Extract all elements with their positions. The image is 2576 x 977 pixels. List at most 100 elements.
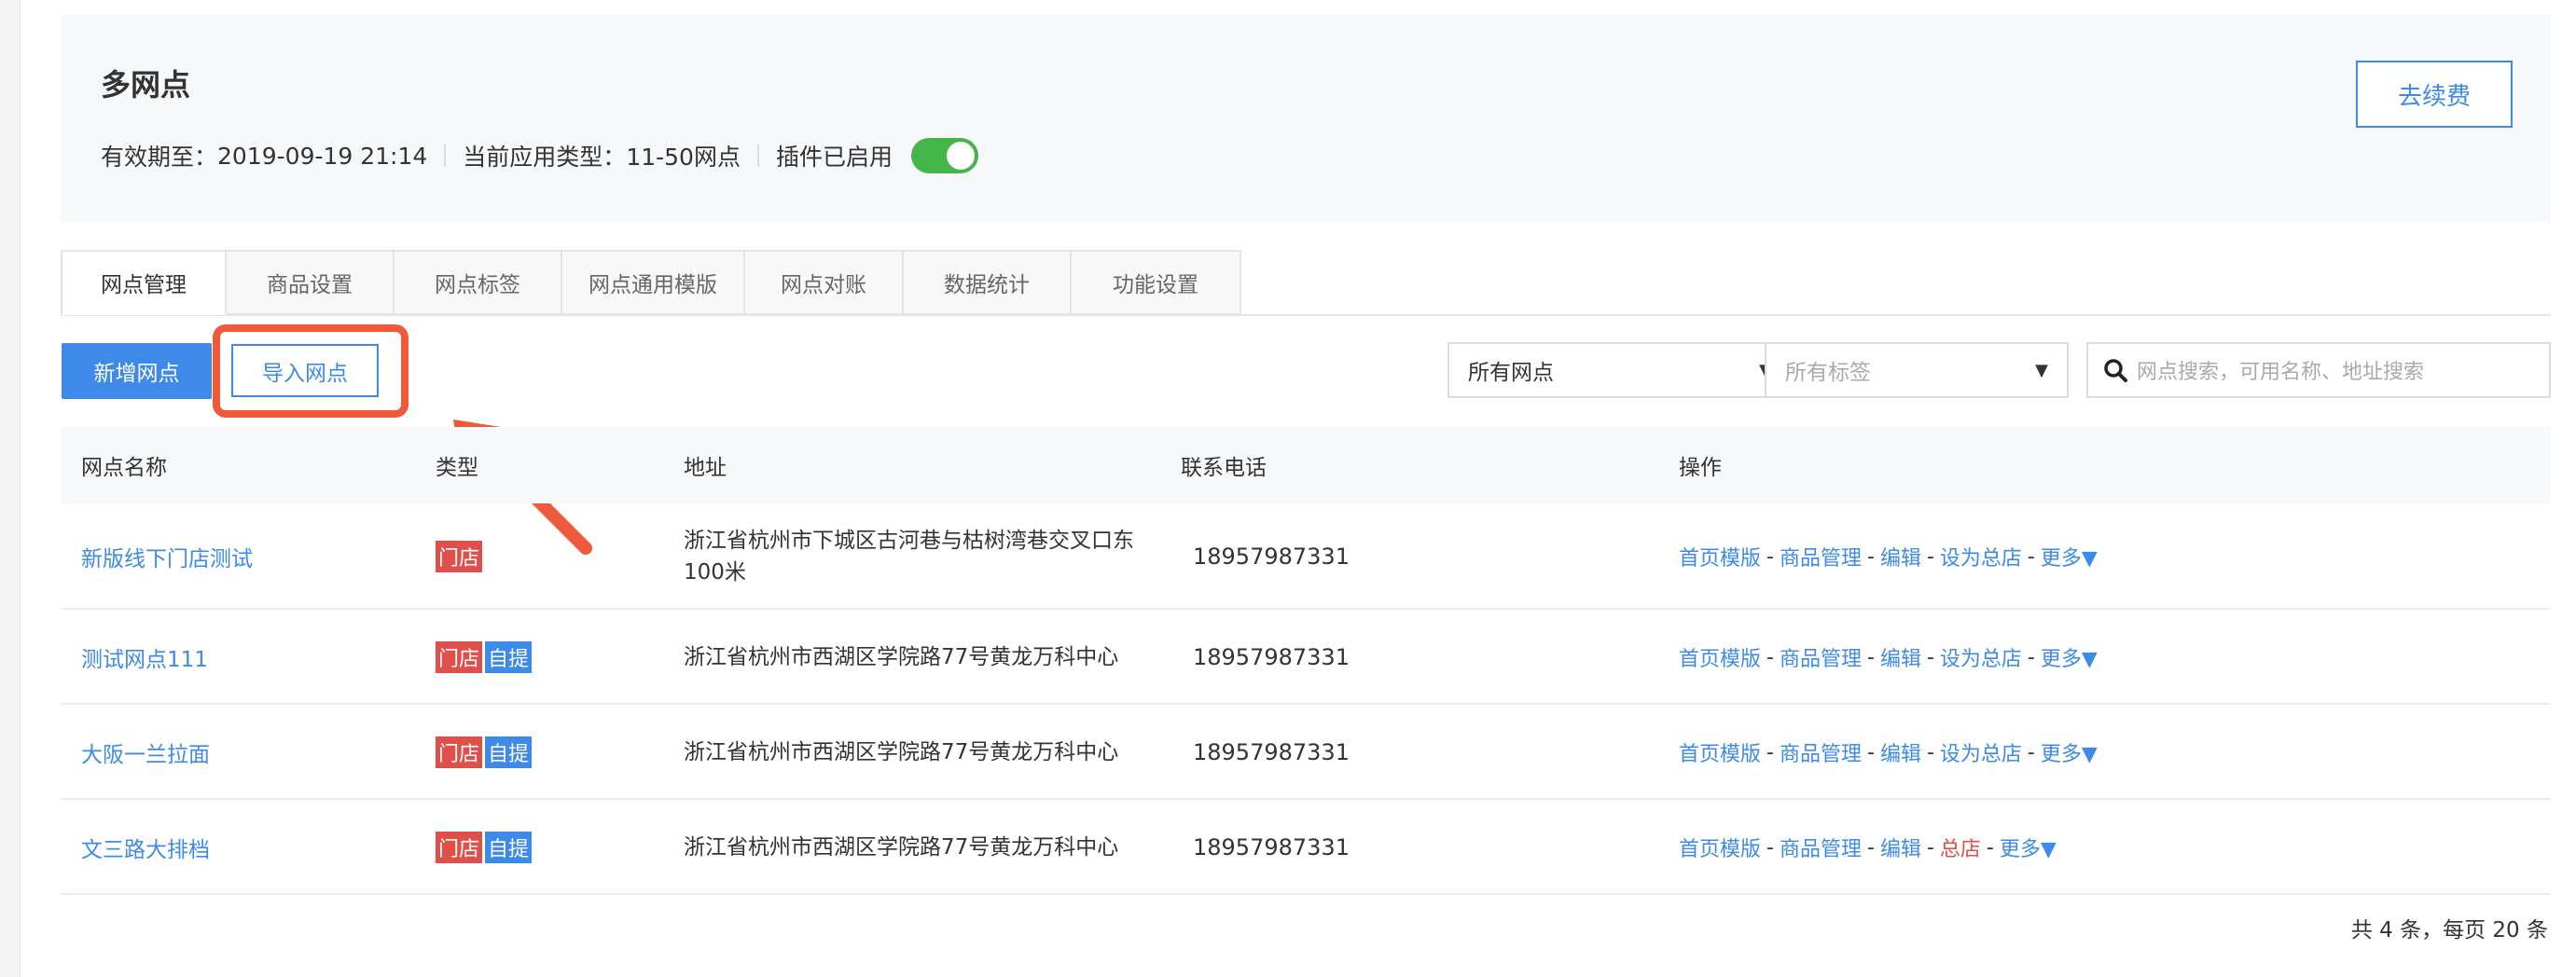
home-template-link[interactable]: 首页模版 <box>1679 642 1761 672</box>
col-header-type: 类型 <box>436 456 478 480</box>
add-outlet-button[interactable]: 新增网点 <box>62 343 212 399</box>
tab-product-settings[interactable]: 商品设置 <box>227 250 395 315</box>
left-sidebar-strip <box>0 0 21 977</box>
tab-feature-settings[interactable]: 功能设置 <box>1072 250 1241 315</box>
pagination-summary: 共 4 条，每页 20 条 <box>2350 918 2548 943</box>
outlet-name-link[interactable]: 新版线下门店测试 <box>81 541 253 572</box>
table-row: 新版线下门店测试 门店 浙江省杭州市下城区古河巷与枯树湾巷交叉口东 100米 18957… <box>61 503 2551 610</box>
action-separator: - <box>1866 645 1875 669</box>
home-template-link[interactable]: 首页模版 <box>1679 833 1761 862</box>
store-type-badge: 门店 <box>436 832 483 863</box>
plugin-status-label: 插件已启用 <box>775 144 893 171</box>
action-separator: - <box>1766 645 1774 669</box>
outlet-search-input[interactable]: 网点搜索，可用名称、地址搜索 <box>2086 342 2551 398</box>
outlet-address-cell: 浙江省杭州市西湖区学院路77号黄龙万科中心 <box>684 800 1118 895</box>
address-line: 浙江省杭州市下城区古河巷与枯树湾巷交叉口东 <box>684 529 1134 553</box>
hq-label: 总店 <box>1939 838 1981 861</box>
product-management-link[interactable]: 商品管理 <box>1780 642 1862 672</box>
outlet-phone: 18957987331 <box>1193 544 1350 570</box>
edit-link[interactable]: 编辑 <box>1880 833 1921 862</box>
action-separator: - <box>2027 740 2035 764</box>
action-separator: - <box>1926 544 1934 569</box>
action-separator: - <box>2027 645 2035 669</box>
outlet-name-link[interactable]: 文三路大排档 <box>81 832 210 863</box>
meta-divider <box>756 144 759 167</box>
tab-outlet-management[interactable]: 网点管理 <box>61 250 227 315</box>
action-separator: - <box>2027 544 2035 569</box>
outlet-address-cell: 浙江省杭州市下城区古河巷与枯树湾巷交叉口东 100米 <box>684 503 1134 610</box>
product-management-link[interactable]: 商品管理 <box>1780 542 1862 571</box>
more-menu-link[interactable]: 更多▼ <box>2041 737 2098 767</box>
home-template-link[interactable]: 首页模版 <box>1679 737 1761 767</box>
action-separator: - <box>1986 835 1994 860</box>
toggle-knob <box>946 142 975 170</box>
table-row: 文三路大排档 门店 自提 浙江省杭州市西湖区学院路77号黄龙万科中心 189579873… <box>61 800 2551 895</box>
col-header-address: 地址 <box>684 456 727 480</box>
tab-bar: 网点管理 商品设置 网点标签 网点通用模版 网点对账 数据统计 功能设置 <box>61 250 1241 315</box>
outlet-name-cell: 测试网点111 <box>81 610 208 705</box>
plugin-enabled-toggle[interactable] <box>910 138 978 173</box>
store-type-badge: 门店 <box>436 641 483 673</box>
outlet-actions-cell: 首页模版 - 商品管理 - 编辑 - 设为总店 - 更多▼ <box>1679 610 2098 705</box>
valid-until-value: 2019-09-19 21:14 <box>217 142 428 170</box>
action-separator: - <box>1766 740 1774 764</box>
edit-link[interactable]: 编辑 <box>1880 642 1921 672</box>
table-row: 测试网点111 门店 自提 浙江省杭州市西湖区学院路77号黄龙万科中心 18957987… <box>61 610 2551 705</box>
meta-divider <box>444 144 447 167</box>
col-header-name: 网点名称 <box>81 456 167 480</box>
tab-outlet-tags[interactable]: 网点标签 <box>395 250 562 315</box>
outlet-name-link[interactable]: 测试网点111 <box>81 641 208 673</box>
table-body: 新版线下门店测试门店 浙江省杭州市下城区古河巷与枯树湾巷交叉口东 100米 18957… <box>61 503 2551 895</box>
outlet-name-cell: 大阪一兰拉面 <box>81 705 210 800</box>
tab-common-templates[interactable]: 网点通用模版 <box>562 250 745 315</box>
address-line: 浙江省杭州市西湖区学院路77号黄龙万科中心 <box>684 740 1119 764</box>
valid-until-label: 有效期至： <box>101 144 218 171</box>
outlet-address-cell: 浙江省杭州市西湖区学院路77号黄龙万科中心 <box>684 705 1118 800</box>
plugin-meta-line: 有效期至： 2019-09-19 21:14 当前应用类型： 11-50网点 插… <box>101 138 978 173</box>
set-hq-link[interactable]: 设为总店 <box>1940 542 2022 571</box>
renew-button[interactable]: 去续费 <box>2356 61 2513 128</box>
tab-statistics[interactable]: 数据统计 <box>904 250 1072 315</box>
pickup-type-badge: 自提 <box>485 832 533 863</box>
outlet-filter-value: 所有网点 <box>1468 361 1554 385</box>
outlet-name-link[interactable]: 大阪一兰拉面 <box>81 736 210 768</box>
outlet-name-cell: 新版线下门店测试 <box>81 503 253 610</box>
action-separator: - <box>1926 835 1934 860</box>
outlet-actions-cell: 首页模版 - 商品管理 - 编辑 - 设为总店 - 更多▼ <box>1679 503 2098 610</box>
col-header-phone: 联系电话 <box>1181 456 1267 480</box>
plugin-info-card <box>61 15 2551 222</box>
tag-filter-select[interactable]: 所有标签 ▼ <box>1765 342 2069 398</box>
outlet-type-cell: 门店 自提 <box>436 705 534 800</box>
table-header: 网点名称 类型 地址 联系电话 操作 <box>61 427 2551 503</box>
tag-filter-placeholder: 所有标签 <box>1785 361 1871 385</box>
more-menu-link[interactable]: 更多▼ <box>2041 542 2098 571</box>
more-menu-link[interactable]: 更多▼ <box>2041 642 2098 672</box>
outlet-filter-select[interactable]: 所有网点 ▼ <box>1447 342 1793 398</box>
annotation-highlight-box <box>213 324 409 418</box>
search-placeholder: 网点搜索，可用名称、地址搜索 <box>2137 361 2425 384</box>
action-separator: - <box>1926 645 1934 669</box>
edit-link[interactable]: 编辑 <box>1880 542 1921 571</box>
product-management-link[interactable]: 商品管理 <box>1780 833 1862 862</box>
more-menu-link[interactable]: 更多▼ <box>2000 833 2057 862</box>
address-line: 浙江省杭州市西湖区学院路77号黄龙万科中心 <box>684 645 1119 669</box>
action-separator: - <box>1866 740 1875 764</box>
home-template-link[interactable]: 首页模版 <box>1679 542 1761 571</box>
set-hq-link[interactable]: 设为总店 <box>1940 642 2022 672</box>
outlet-name-cell: 文三路大排档 <box>81 800 210 895</box>
address-line: 浙江省杭州市西湖区学院路77号黄龙万科中心 <box>684 835 1119 860</box>
tab-reconciliation[interactable]: 网点对账 <box>745 250 904 315</box>
col-header-actions: 操作 <box>1679 456 1722 480</box>
edit-link[interactable]: 编辑 <box>1880 737 1921 767</box>
action-separator: - <box>1926 740 1934 764</box>
outlet-type-cell: 门店 自提 <box>436 610 534 705</box>
product-management-link[interactable]: 商品管理 <box>1780 737 1862 767</box>
action-separator: - <box>1866 544 1875 569</box>
set-hq-link[interactable]: 设为总店 <box>1940 737 2022 767</box>
page-title: 多网点 <box>101 67 191 103</box>
search-icon <box>2104 359 2127 382</box>
app-type-label: 当前应用类型： <box>463 144 627 171</box>
outlet-actions-cell: 首页模版 - 商品管理 - 编辑 - 设为总店 - 更多▼ <box>1679 705 2098 800</box>
action-separator: - <box>1866 835 1875 860</box>
pickup-type-badge: 自提 <box>485 736 533 768</box>
